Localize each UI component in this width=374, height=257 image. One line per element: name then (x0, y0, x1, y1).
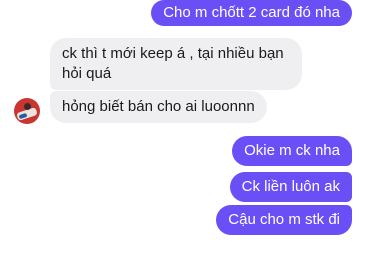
incoming-message[interactable]: hỏng biết bán cho ai luoonnn (50, 91, 267, 123)
outgoing-message[interactable]: Cho m chốtt 2 card đó nha (151, 0, 352, 26)
message-text: Ck liền luôn ak (241, 178, 340, 195)
message-text-line: ck thì t mới keep á , tại nhiều bạn (62, 45, 284, 62)
outgoing-message[interactable]: Cậu cho m stk đi (216, 205, 352, 235)
outgoing-message[interactable]: Okie m ck nha (232, 136, 352, 166)
message-text: hỏng biết bán cho ai luoonnn (62, 98, 255, 115)
outgoing-message[interactable]: Ck liền luôn ak (229, 172, 352, 202)
message-text: Cậu cho m stk đi (228, 211, 340, 228)
message-text-line: hỏi quá (62, 65, 112, 82)
contact-avatar[interactable] (14, 98, 40, 124)
message-text: Cho m chốtt 2 card đó nha (163, 4, 340, 21)
incoming-message[interactable]: ck thì t mới keep á , tại nhiều bạn hỏi … (50, 38, 302, 90)
message-text: Okie m ck nha (244, 142, 340, 159)
